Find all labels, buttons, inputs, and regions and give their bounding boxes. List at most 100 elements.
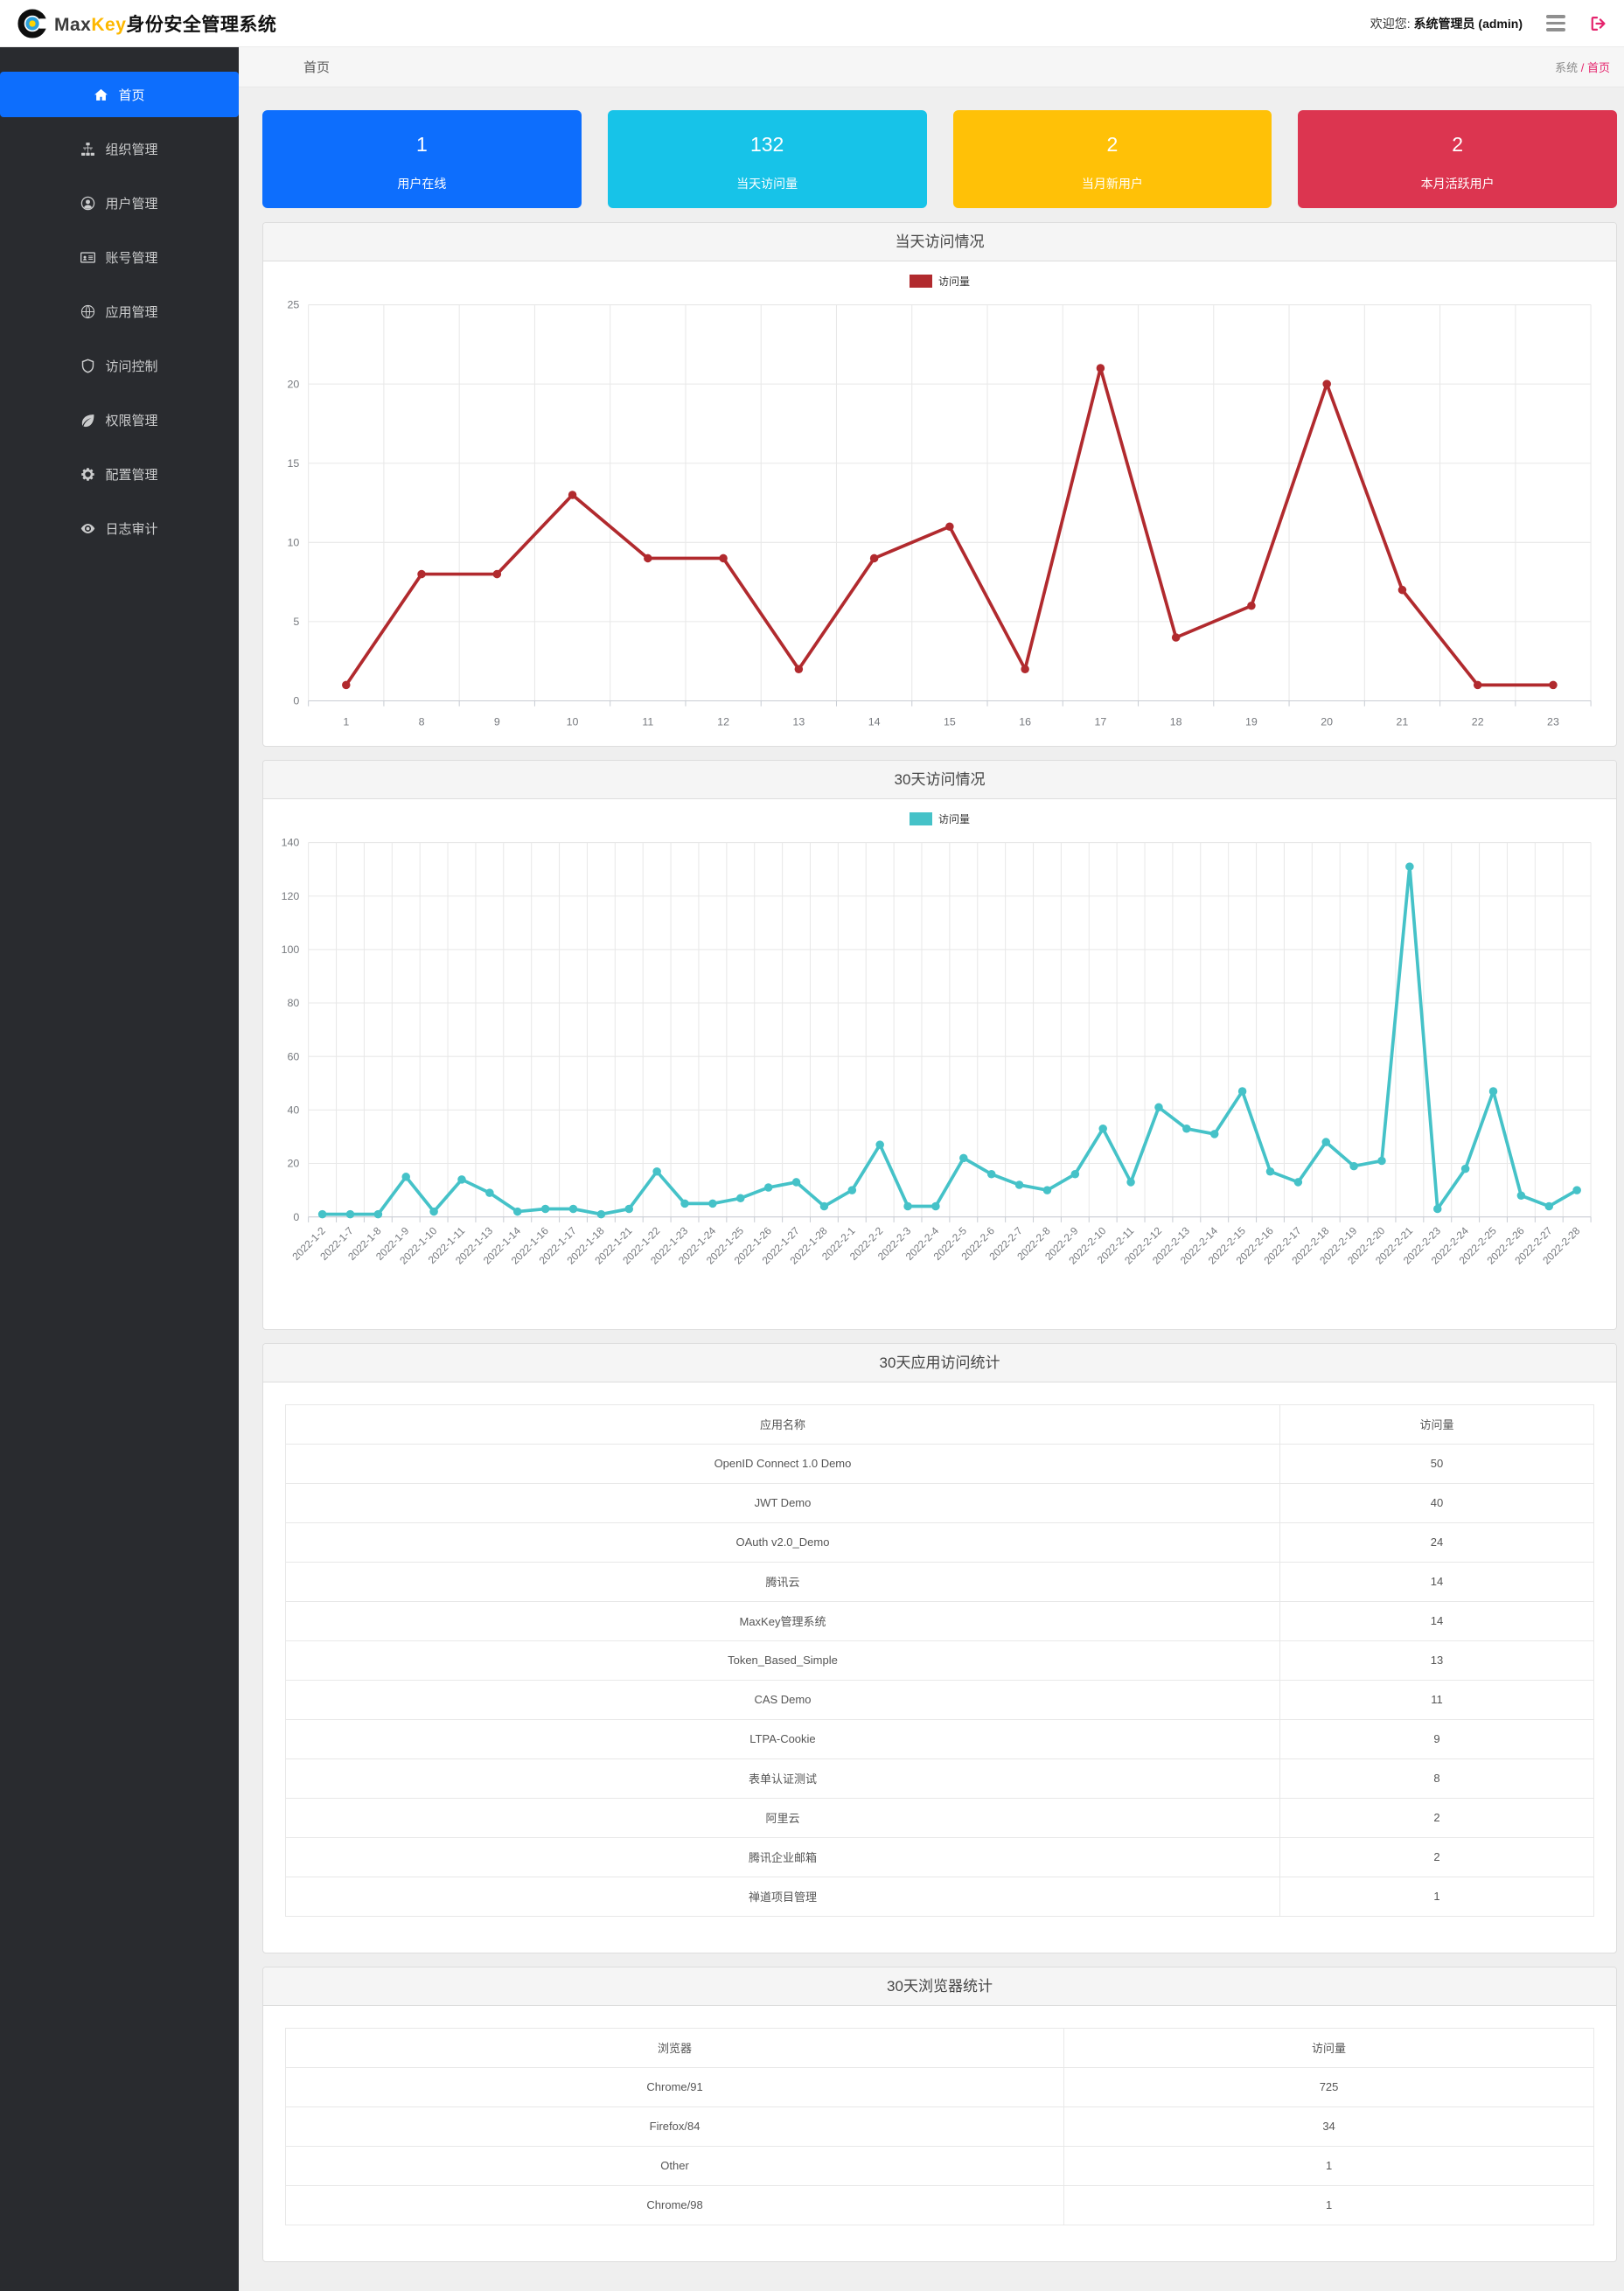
chart-data-point bbox=[1405, 862, 1414, 871]
chart-data-point bbox=[1238, 1087, 1247, 1096]
chart-data-point bbox=[429, 1208, 438, 1216]
table-row: 表单认证测试8 bbox=[286, 1758, 1594, 1798]
table-cell: 14 bbox=[1279, 1601, 1593, 1640]
sidebar-item-org[interactable]: 组织管理 bbox=[0, 126, 239, 171]
table-cell: 14 bbox=[1279, 1562, 1593, 1601]
table-cell: 1 bbox=[1279, 1877, 1593, 1916]
sidebar-item-label: 配置管理 bbox=[105, 465, 157, 484]
chart-data-point bbox=[959, 1154, 968, 1163]
chart-data-point bbox=[569, 1205, 578, 1214]
chart-legend[interactable]: 访问量 bbox=[263, 261, 1616, 290]
sidebar-nav: 首页组织管理用户管理账号管理应用管理访问控制权限管理配置管理日志审计 bbox=[0, 47, 239, 2291]
chart-data-point bbox=[1210, 1130, 1219, 1139]
stat-label: 本月活跃用户 bbox=[1298, 175, 1617, 192]
chart-data-point bbox=[1098, 1125, 1107, 1133]
table-cell: 50 bbox=[1279, 1444, 1593, 1483]
today-visits-chart-panel: 当天访问情况 访问量 05101520251891011121314151617… bbox=[262, 222, 1617, 747]
chart-data-point bbox=[1154, 1104, 1163, 1112]
svg-text:12: 12 bbox=[717, 715, 729, 728]
svg-text:20: 20 bbox=[288, 1158, 300, 1170]
welcome-text: 欢迎您: 系统管理员 (admin) bbox=[1370, 15, 1523, 32]
sidebar-item-audit[interactable]: 日志审计 bbox=[0, 505, 239, 551]
browser-stats-table-panel: 30天浏览器统计 浏览器访问量Chrome/91725Firefox/8434O… bbox=[262, 1967, 1617, 2262]
sidebar-item-config[interactable]: 配置管理 bbox=[0, 451, 239, 497]
chart-data-point bbox=[568, 491, 577, 499]
sitemap-icon bbox=[80, 142, 95, 157]
svg-text:18: 18 bbox=[1170, 715, 1182, 728]
app-visits-table-panel: 30天应用访问统计 应用名称访问量OpenID Connect 1.0 Demo… bbox=[262, 1343, 1617, 1953]
chart-data-point bbox=[945, 522, 954, 531]
id-card-icon bbox=[80, 250, 95, 265]
table-cell: 24 bbox=[1279, 1522, 1593, 1562]
table-row: Chrome/981 bbox=[286, 2185, 1594, 2225]
chart-data-point bbox=[597, 1210, 606, 1219]
chart-data-point bbox=[1021, 665, 1029, 674]
table-row: CAS Demo11 bbox=[286, 1680, 1594, 1719]
table-cell: Firefox/84 bbox=[286, 2106, 1064, 2146]
page-header: 首页 系统 / 首页 bbox=[239, 47, 1624, 87]
sidebar-item-home[interactable]: 首页 bbox=[0, 72, 239, 117]
stat-label: 当月新用户 bbox=[953, 175, 1272, 192]
chart-data-point bbox=[625, 1205, 634, 1214]
sidebar-item-apps[interactable]: 应用管理 bbox=[0, 289, 239, 334]
chart-data-point bbox=[1377, 1157, 1386, 1166]
chart-data-point bbox=[903, 1202, 912, 1211]
svg-text:1: 1 bbox=[343, 715, 349, 728]
svg-text:20: 20 bbox=[1321, 715, 1333, 728]
browser-stats-table: 浏览器访问量Chrome/91725Firefox/8434Other1Chro… bbox=[285, 2028, 1594, 2225]
chart-data-point bbox=[1182, 1125, 1191, 1133]
eye-icon bbox=[80, 521, 95, 536]
chart-data-point bbox=[652, 1167, 661, 1176]
breadcrumb-current[interactable]: 首页 bbox=[1587, 61, 1610, 74]
svg-text:15: 15 bbox=[944, 715, 956, 728]
chart-svg: 0204060801001201402022-1-22022-1-72022-1… bbox=[265, 828, 1614, 1324]
chart-legend[interactable]: 访问量 bbox=[263, 799, 1616, 828]
panel-title: 30天浏览器统计 bbox=[263, 1967, 1616, 2006]
column-header: 访问量 bbox=[1279, 1404, 1593, 1444]
chart-data-point bbox=[1489, 1087, 1498, 1096]
svg-text:5: 5 bbox=[293, 616, 299, 628]
chart-data-point bbox=[457, 1175, 466, 1184]
sidebar-item-access[interactable]: 访问控制 bbox=[0, 343, 239, 388]
chart-data-point bbox=[1349, 1162, 1358, 1171]
chart-data-point bbox=[644, 554, 652, 563]
logout-icon[interactable] bbox=[1589, 14, 1608, 33]
stat-label: 用户在线 bbox=[262, 175, 582, 192]
sidebar-item-label: 应用管理 bbox=[105, 303, 157, 321]
today-visits-line-chart[interactable]: 0510152025189101112131415161718192021222… bbox=[263, 290, 1616, 741]
legend-swatch bbox=[910, 275, 932, 288]
chart-data-point bbox=[485, 1188, 494, 1197]
chart-data-point bbox=[1294, 1178, 1303, 1187]
panel-title: 30天访问情况 bbox=[263, 761, 1616, 799]
table-cell: 腾讯企业邮箱 bbox=[286, 1837, 1280, 1877]
chart-data-point bbox=[1321, 1138, 1330, 1146]
chart-data-point bbox=[1398, 586, 1407, 595]
legend-label: 访问量 bbox=[938, 811, 970, 826]
svg-text:140: 140 bbox=[282, 837, 300, 849]
svg-text:10: 10 bbox=[567, 715, 579, 728]
panel-title: 当天访问情况 bbox=[263, 223, 1616, 261]
table-cell: 表单认证测试 bbox=[286, 1758, 1280, 1798]
table-row: MaxKey管理系统14 bbox=[286, 1601, 1594, 1640]
sidebar-item-users[interactable]: 用户管理 bbox=[0, 180, 239, 226]
menu-toggle-icon[interactable] bbox=[1544, 12, 1568, 34]
sidebar-item-accounts[interactable]: 账号管理 bbox=[0, 234, 239, 280]
app-visits-table: 应用名称访问量OpenID Connect 1.0 Demo50JWT Demo… bbox=[285, 1404, 1594, 1917]
svg-text:100: 100 bbox=[282, 944, 300, 956]
stat-card-0: 1用户在线 bbox=[262, 110, 582, 208]
breadcrumb-section: 系统 bbox=[1555, 61, 1578, 74]
svg-text:60: 60 bbox=[288, 1050, 300, 1062]
chart-data-point bbox=[1461, 1165, 1470, 1173]
svg-text:9: 9 bbox=[494, 715, 500, 728]
stat-value: 2 bbox=[1298, 131, 1617, 157]
table-cell: 13 bbox=[1279, 1640, 1593, 1680]
stat-card-3: 2 本月活跃用户 bbox=[1298, 110, 1617, 208]
table-row: OAuth v2.0_Demo24 bbox=[286, 1522, 1594, 1562]
svg-text:23: 23 bbox=[1547, 715, 1559, 728]
sidebar-item-permissions[interactable]: 权限管理 bbox=[0, 397, 239, 442]
svg-text:25: 25 bbox=[287, 299, 299, 311]
table-cell: Chrome/91 bbox=[286, 2067, 1064, 2106]
chart-data-point bbox=[1549, 681, 1558, 690]
thirty-day-visits-line-chart[interactable]: 0204060801001201402022-1-22022-1-72022-1… bbox=[263, 828, 1616, 1324]
table-cell: 34 bbox=[1064, 2106, 1594, 2146]
